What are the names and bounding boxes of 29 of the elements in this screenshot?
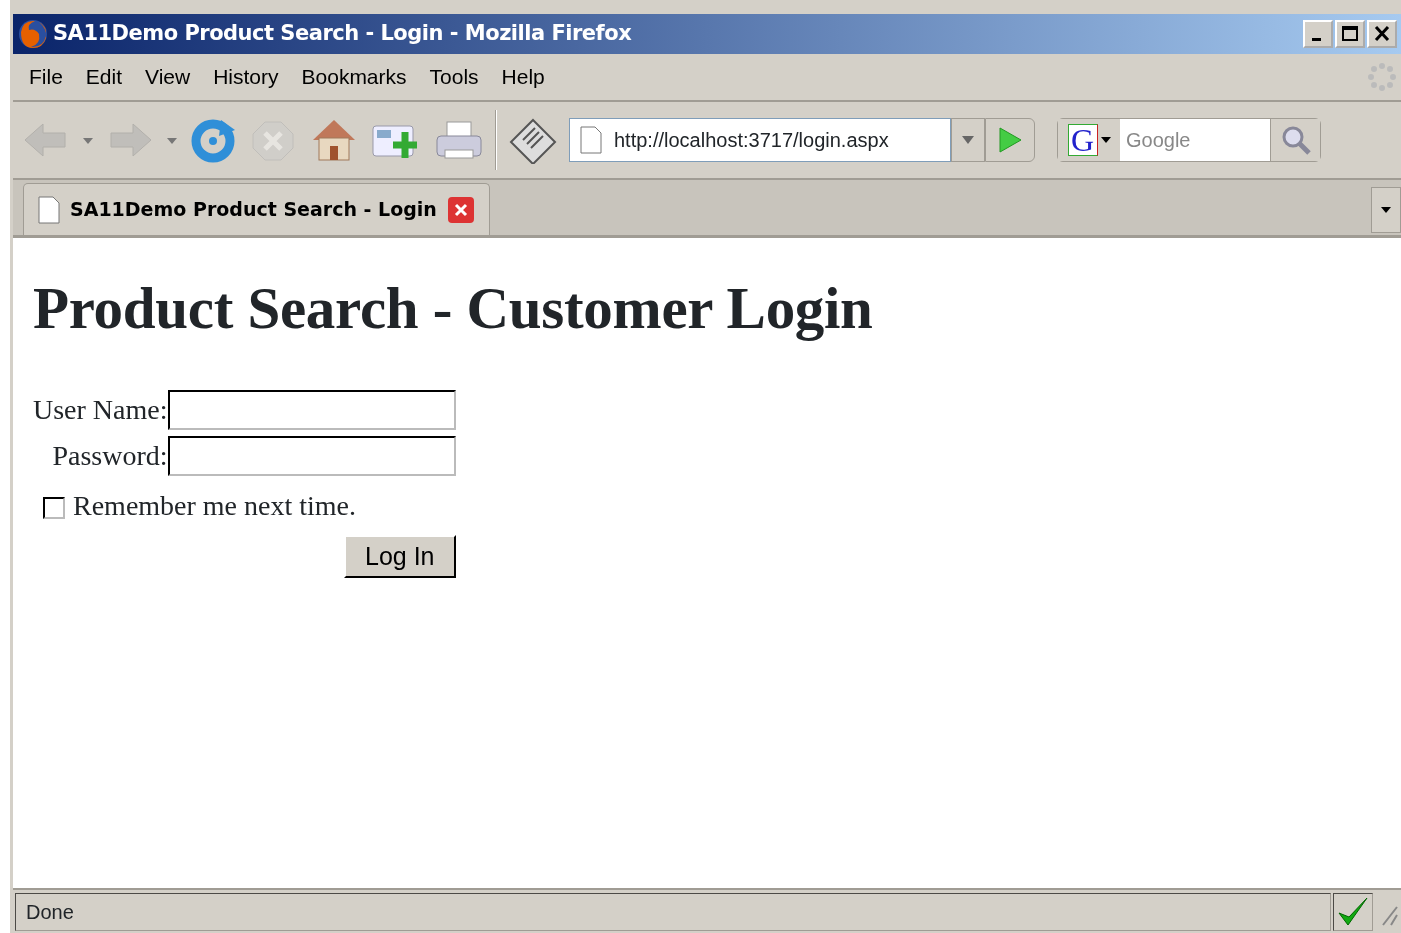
page-heading: Product Search - Customer Login <box>33 276 874 341</box>
menu-item[interactable]: Tools <box>421 61 494 93</box>
menu-item[interactable]: File <box>21 61 78 93</box>
menu-item[interactable]: Help <box>493 61 560 93</box>
text-field[interactable] <box>167 389 456 430</box>
go-arrow-icon[interactable] <box>997 126 1023 154</box>
close-icon[interactable] <box>1373 25 1391 43</box>
menu-item[interactable]: Edit <box>77 61 138 93</box>
field-label: User Name: <box>33 393 168 425</box>
menu-item[interactable]: Bookmarks <box>293 61 422 93</box>
status-text: Done <box>15 892 1331 931</box>
menu-item[interactable]: History <box>205 61 294 93</box>
tab-list-caret-icon[interactable] <box>1380 206 1392 214</box>
field-label: Password: <box>52 439 168 471</box>
throbber-icon <box>1367 62 1397 92</box>
login-button[interactable]: Log In <box>344 534 456 579</box>
text-field[interactable] <box>167 435 456 476</box>
page-icon <box>580 126 602 154</box>
browser-tab[interactable]: SA11Demo Product Search - Login <box>23 183 490 235</box>
remember-checkbox[interactable] <box>43 497 65 520</box>
menu-item[interactable]: View <box>137 61 206 93</box>
news-feed-icon[interactable] <box>507 116 559 164</box>
window-title: SA11Demo Product Search - Login - Mozilla Firefox <box>53 20 632 48</box>
firefox-logo-icon <box>17 18 49 50</box>
close-tab-button[interactable] <box>446 195 475 224</box>
maximize-icon[interactable] <box>1341 25 1359 43</box>
address-bar[interactable]: http://localhost:3717/login.aspx <box>569 118 951 162</box>
remember-label: Remember me next time. <box>73 489 357 521</box>
page-icon <box>38 195 60 224</box>
